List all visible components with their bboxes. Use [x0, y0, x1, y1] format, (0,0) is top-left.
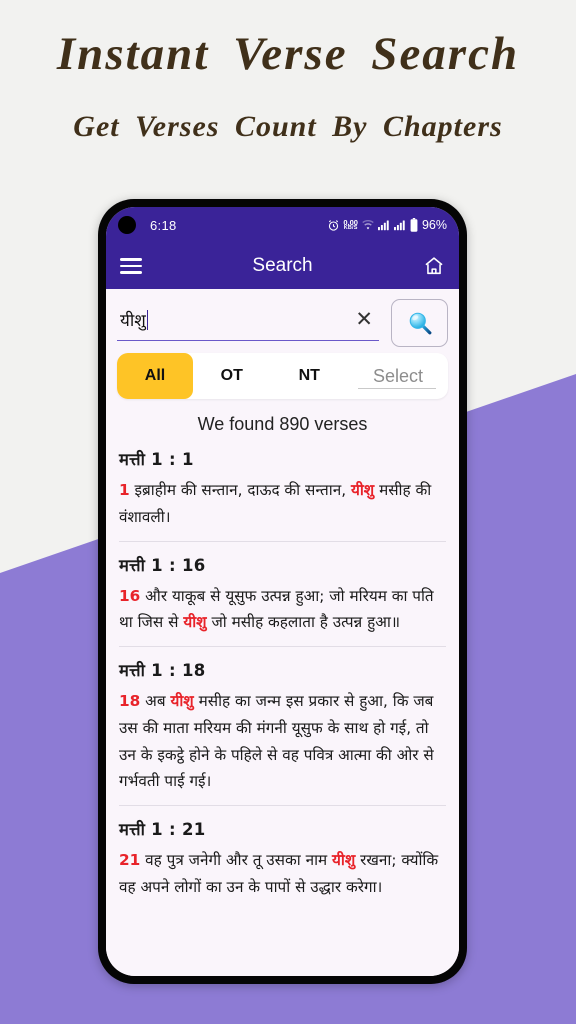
verse-reference: मत्ती 1 : 1 — [119, 450, 194, 469]
punch-hole-camera-icon — [118, 216, 136, 234]
search-submit-button[interactable] — [391, 299, 448, 347]
search-results[interactable]: We found 890 verses मत्ती 1 : 1 1 इब्राही… — [106, 407, 459, 976]
verse-text-segment: इब्राहीम की सन्तान, दाऊद की सन्तान, — [134, 481, 351, 499]
filter-tabs: All OT NT Select — [117, 353, 448, 399]
verse-item[interactable]: मत्ती 1 : 1 1 इब्राहीम की सन्तान, दाऊद की… — [119, 445, 446, 541]
verse-text: 1 इब्राहीम की सन्तान, दाऊद की सन्तान, यी… — [119, 477, 446, 531]
page-title: Instant Verse Search — [56, 28, 520, 80]
search-term-highlight: यीशु — [350, 481, 375, 499]
results-summary: We found 890 verses — [197, 414, 368, 434]
search-term-highlight: यीशु — [332, 851, 356, 870]
verse-reference: मत्ती 1 : 18 — [119, 661, 206, 681]
signal-icon — [393, 220, 405, 231]
verse-text-segment: जो मसीह कहलाता है उत्पन्न हुआ॥ — [206, 613, 401, 632]
verse-reference: मत्ती 1 : 16 — [119, 555, 206, 575]
verse-number: 21 — [119, 851, 141, 870]
home-icon[interactable] — [423, 255, 445, 277]
app-bar: Search — [106, 243, 459, 289]
filter-tabs-container: All OT NT Select — [106, 347, 459, 407]
verse-number: 18 — [119, 692, 141, 711]
wifi-icon — [362, 219, 374, 229]
search-row: यीशु ✕ — [106, 289, 459, 347]
verse-text-segment: अब — [145, 692, 171, 711]
battery-percent: 96% — [421, 218, 447, 232]
text-cursor — [146, 309, 149, 330]
verse-item[interactable]: मत्ती 1 : 16 16 और याकूब से यूसुफ उत्पन्न… — [119, 540, 446, 647]
status-time: 6:18 — [150, 217, 177, 233]
phone-mockup-frame: 6:18 0.00 KB/S 96% Search यीशु ✕ All OT … — [98, 199, 467, 984]
tab-ot[interactable]: OT — [193, 353, 271, 399]
alarm-icon — [329, 219, 339, 231]
magnifier-icon — [409, 312, 431, 335]
search-term-highlight: यीशु — [170, 692, 194, 711]
status-bar: 6:18 0.00 KB/S 96% — [106, 207, 459, 243]
verse-number: 16 — [119, 586, 141, 605]
search-input[interactable]: यीशु ✕ — [117, 299, 379, 341]
app-bar-title: Search — [252, 255, 313, 276]
hamburger-menu-icon[interactable] — [120, 254, 142, 278]
verse-text: 18 अब यीशु मसीह का जन्म इस प्रकार से हुआ… — [119, 688, 446, 795]
tab-select[interactable]: Select — [348, 353, 448, 399]
verse-text-segment: वह पुत्र जनेगी और तू उसका नाम — [145, 851, 333, 870]
tab-all[interactable]: All — [117, 353, 193, 399]
signal-icon — [377, 220, 389, 231]
search-term-highlight: यीशु — [183, 613, 207, 632]
battery-icon — [410, 218, 418, 232]
verse-text: 16 और याकूब से यूसुफ उत्पन्न हुआ; जो मरि… — [119, 583, 446, 637]
status-icons: 0.00 KB/S 96% — [327, 218, 447, 232]
verse-text: 21 वह पुत्र जनेगी और तू उसका नाम यीशु रख… — [119, 847, 446, 901]
verse-reference: मत्ती 1 : 21 — [119, 820, 206, 840]
verse-item[interactable]: मत्ती 1 : 21 21 वह पुत्र जनेगी और तू उसका… — [119, 805, 446, 911]
page-subtitle: Get Verses Count By Chapters — [73, 110, 503, 144]
promo-headings: Instant Verse Search Get Verses Count By… — [0, 0, 576, 144]
verse-number: 1 — [119, 481, 130, 499]
data-rate-indicator: 0.00 KB/S — [343, 218, 358, 232]
close-icon[interactable]: ✕ — [355, 309, 373, 330]
verse-item[interactable]: मत्ती 1 : 18 18 अब यीशु मसीह का जन्म इस प… — [119, 646, 446, 805]
phone-screen: 6:18 0.00 KB/S 96% Search यीशु ✕ All OT … — [106, 207, 459, 976]
data-rate-unit: KB/S — [343, 225, 358, 231]
tab-nt[interactable]: NT — [271, 353, 349, 399]
verse-list: मत्ती 1 : 1 1 इब्राहीम की सन्तान, दाऊद की… — [119, 445, 446, 911]
search-input-value: यीशु — [120, 311, 146, 331]
